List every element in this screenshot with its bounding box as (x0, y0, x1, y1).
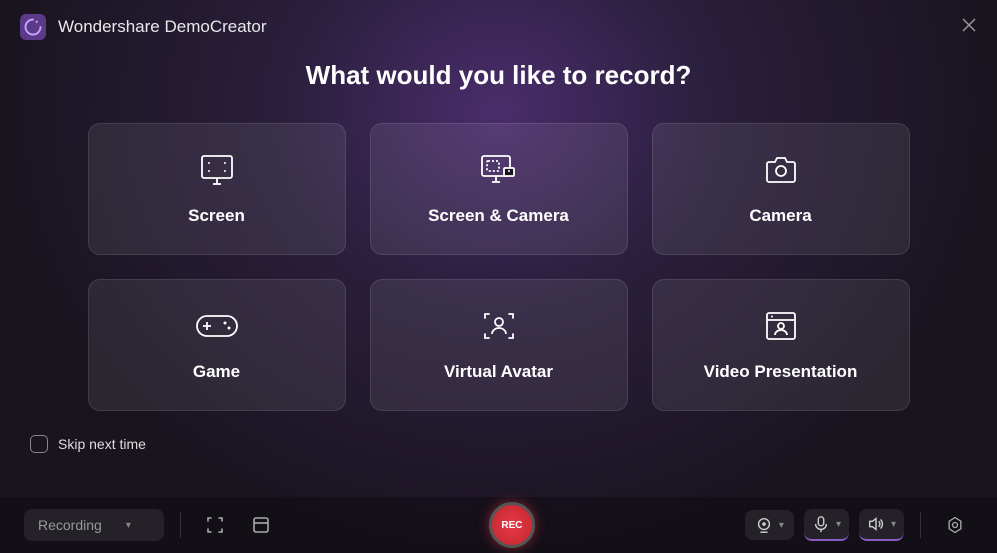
window-button[interactable] (243, 507, 279, 543)
card-game[interactable]: Game (88, 279, 346, 411)
card-screen-camera[interactable]: Screen & Camera (370, 123, 628, 255)
card-camera[interactable]: Camera (652, 123, 910, 255)
camera-icon (761, 152, 801, 188)
screen-area-button[interactable] (197, 507, 233, 543)
webcam-icon (755, 516, 773, 534)
speaker-dropdown[interactable]: ▾ (859, 509, 904, 541)
screen-camera-icon (477, 152, 521, 188)
skip-label: Skip next time (58, 436, 146, 452)
card-label: Game (193, 362, 240, 382)
card-label: Screen & Camera (428, 206, 569, 226)
screen-icon (197, 152, 237, 188)
card-label: Video Presentation (704, 362, 858, 382)
chevron-down-icon: ▾ (779, 520, 784, 531)
mode-label: Recording (38, 517, 102, 533)
settings-button[interactable] (937, 507, 973, 543)
microphone-dropdown[interactable]: ▾ (804, 509, 849, 541)
card-label: Screen (188, 206, 245, 226)
skip-checkbox[interactable] (30, 435, 48, 453)
card-label: Camera (749, 206, 811, 226)
record-label: REC (501, 520, 522, 531)
app-title: Wondershare DemoCreator (58, 17, 267, 37)
mode-dropdown[interactable]: Recording ▾ (24, 509, 164, 541)
main-heading: What would you like to record? (0, 60, 997, 91)
close-button[interactable] (961, 17, 977, 38)
presentation-icon (761, 308, 801, 344)
card-grid: Screen Screen & Camera Camera (0, 123, 997, 411)
header: Wondershare DemoCreator (0, 0, 997, 54)
microphone-icon (812, 515, 830, 533)
toolbar: Recording ▾ REC ▾ (0, 497, 997, 553)
chevron-down-icon: ▾ (891, 519, 896, 530)
card-video-presentation[interactable]: Video Presentation (652, 279, 910, 411)
record-button[interactable]: REC (489, 502, 535, 548)
card-screen[interactable]: Screen (88, 123, 346, 255)
webcam-dropdown[interactable]: ▾ (745, 510, 794, 540)
speaker-icon (867, 515, 885, 533)
app-logo-icon (20, 14, 46, 40)
card-label: Virtual Avatar (444, 362, 553, 382)
chevron-down-icon: ▾ (836, 519, 841, 530)
game-icon (195, 308, 239, 344)
skip-row: Skip next time (0, 411, 997, 465)
avatar-icon (479, 308, 519, 344)
card-virtual-avatar[interactable]: Virtual Avatar (370, 279, 628, 411)
divider (920, 512, 921, 538)
divider (180, 512, 181, 538)
chevron-down-icon: ▾ (126, 520, 131, 531)
header-left: Wondershare DemoCreator (20, 14, 267, 40)
